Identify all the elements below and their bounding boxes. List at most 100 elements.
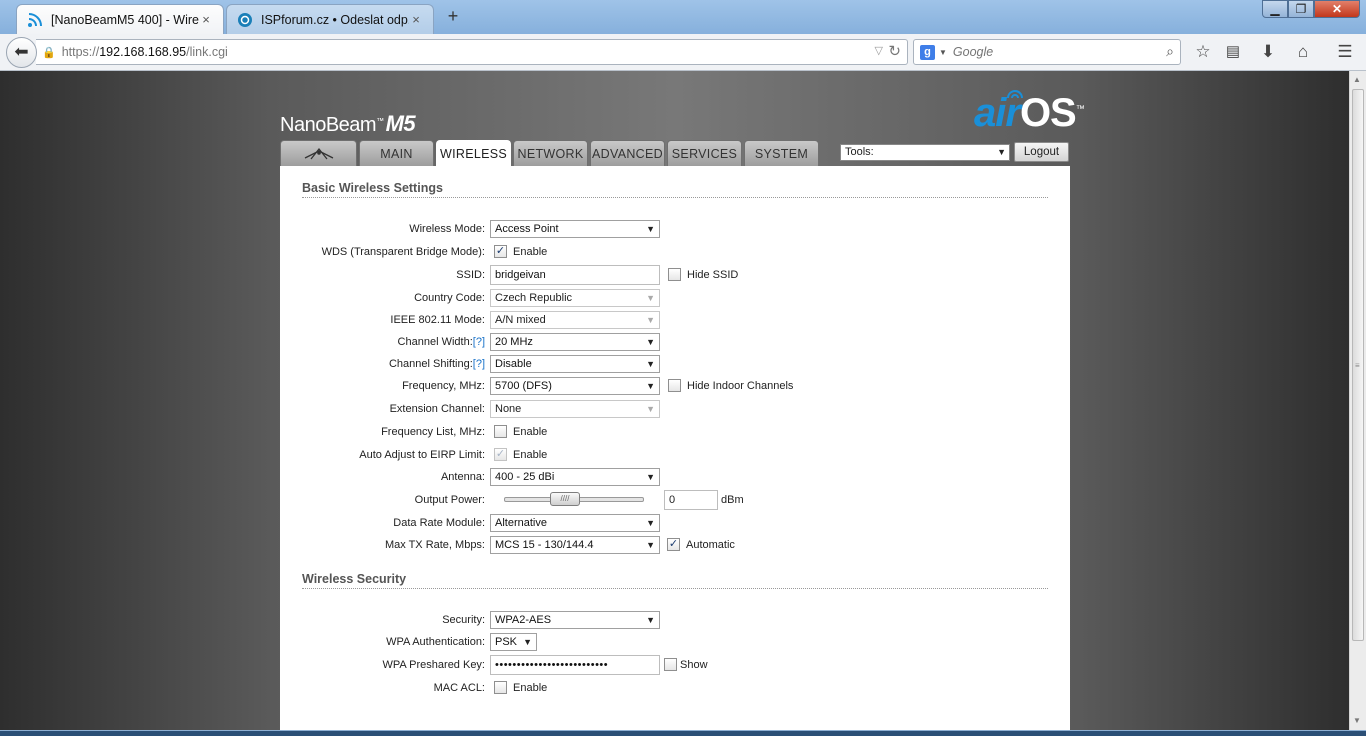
wpa-key-input[interactable]: •••••••••••••••••••••••••• xyxy=(490,655,660,675)
max-tx-rate-select[interactable]: MCS 15 - 130/144.4 ▼ xyxy=(490,536,660,554)
wireless-mode-select[interactable]: Access Point ▼ xyxy=(490,220,660,238)
data-rate-module-value: Alternative xyxy=(495,517,547,529)
country-code-select: Czech Republic ▼ xyxy=(490,289,660,307)
engine-dropdown-icon[interactable]: ▼ xyxy=(939,48,947,57)
menu-icon[interactable]: ☰ xyxy=(1334,42,1356,64)
antenna-row: Antenna: 400 - 25 dBi ▼ xyxy=(280,468,1070,488)
max-tx-rate-value: MCS 15 - 130/144.4 xyxy=(495,539,594,551)
wpa-authentication-select[interactable]: PSK ▼ xyxy=(490,633,537,651)
max-tx-rate-label: Max TX Rate, Mbps: xyxy=(384,539,485,551)
wpa-authentication-row: WPA Authentication: PSK ▼ xyxy=(280,633,1070,653)
security-select[interactable]: WPA2-AES ▼ xyxy=(490,611,660,629)
wireless-mode-label: Wireless Mode: xyxy=(409,223,485,235)
close-window-button[interactable]: ✕ xyxy=(1314,0,1360,18)
minimize-window-button[interactable]: ▁ xyxy=(1262,0,1288,18)
ieee-mode-select: A/N mixed ▼ xyxy=(490,311,660,329)
windows-taskbar xyxy=(0,730,1366,736)
maximize-window-button[interactable]: ❐ xyxy=(1288,0,1314,18)
airos-logo: airOS™ xyxy=(974,90,1085,136)
close-tab-icon[interactable]: × xyxy=(199,12,213,27)
home-icon[interactable]: ⌂ xyxy=(1292,42,1314,64)
basic-wireless-settings-title: Basic Wireless Settings xyxy=(302,181,443,195)
rss-favicon-icon xyxy=(28,12,42,27)
frequency-list-checkbox[interactable] xyxy=(494,425,507,438)
reading-list-icon[interactable]: ▤ xyxy=(1222,42,1244,64)
vertical-scrollbar[interactable]: ▲ ≡ ▼ xyxy=(1349,71,1366,730)
section-divider xyxy=(302,197,1048,198)
wds-row: WDS (Transparent Bridge Mode): ✓ Enable xyxy=(280,243,1070,263)
logo-os-text: OS xyxy=(1019,91,1077,135)
wpa-key-row: WPA Preshared Key: •••••••••••••••••••••… xyxy=(280,655,1070,676)
show-key-checkbox[interactable] xyxy=(664,658,677,671)
browser-tab-nanobeam[interactable]: [NanoBeamM5 400] - Wirel... × xyxy=(16,4,224,34)
tab-advanced[interactable]: ADVANCED xyxy=(590,140,665,166)
tab-wireless[interactable]: WIRELESS xyxy=(436,140,511,167)
extension-channel-value: None xyxy=(495,403,522,415)
tab-services[interactable]: SERVICES xyxy=(667,140,742,166)
tab-main[interactable]: MAIN xyxy=(359,140,434,166)
output-power-label: Output Power: xyxy=(414,494,485,506)
url-scheme: https:// xyxy=(61,45,100,59)
tools-value: Tools: xyxy=(845,146,874,158)
ssid-input[interactable]: bridgeivan xyxy=(490,265,660,285)
url-history-dropdown-icon[interactable]: ▽ xyxy=(875,44,883,57)
search-bar[interactable]: g ▼ ⌕ xyxy=(913,39,1181,65)
hide-indoor-channels-checkbox[interactable] xyxy=(668,379,681,392)
scroll-down-icon[interactable]: ▼ xyxy=(1353,716,1361,725)
scroll-up-icon[interactable]: ▲ xyxy=(1353,75,1361,84)
chevron-down-icon: ▼ xyxy=(646,315,655,325)
antenna-select[interactable]: 400 - 25 dBi ▼ xyxy=(490,468,660,486)
signal-arcs-icon xyxy=(1007,90,1023,99)
channel-shifting-help-link[interactable]: [?] xyxy=(473,358,485,370)
tools-dropdown[interactable]: Tools: ▼ xyxy=(840,144,1010,161)
new-tab-button[interactable]: + xyxy=(440,6,466,28)
logout-button[interactable]: Logout xyxy=(1014,142,1069,162)
reload-icon[interactable]: ↻ xyxy=(888,42,901,60)
chevron-down-icon: ▼ xyxy=(997,147,1006,157)
browser-navigation-bar: 🔒 https://192.168.168.95/link.cgi ▽ ↻ ⬅ … xyxy=(0,34,1366,71)
extension-channel-label: Extension Channel: xyxy=(389,403,485,415)
downloads-icon[interactable]: ⬇ xyxy=(1257,42,1279,64)
show-key-label: Show xyxy=(680,659,708,671)
nanobeam-logo: NanoBeam™M5 xyxy=(280,111,416,137)
output-power-slider-handle[interactable]: //// xyxy=(550,492,580,506)
country-code-row: Country Code: Czech Republic ▼ xyxy=(280,289,1070,309)
data-rate-module-select[interactable]: Alternative ▼ xyxy=(490,514,660,532)
channel-width-label: Channel Width:[?] xyxy=(398,336,485,348)
tab-ubiquiti-home[interactable] xyxy=(280,140,357,166)
wds-checkbox[interactable]: ✓ xyxy=(494,245,507,258)
frequency-label: Frequency, MHz: xyxy=(402,380,485,392)
hide-ssid-checkbox[interactable] xyxy=(668,268,681,281)
tab-system[interactable]: SYSTEM xyxy=(744,140,819,166)
chevron-down-icon: ▼ xyxy=(646,615,655,625)
google-engine-icon[interactable]: g xyxy=(920,44,935,60)
channel-width-select[interactable]: 20 MHz ▼ xyxy=(490,333,660,351)
back-button[interactable]: ⬅ xyxy=(6,37,37,68)
automatic-rate-checkbox[interactable]: ✓ xyxy=(667,538,680,551)
wireless-mode-row: Wireless Mode: Access Point ▼ xyxy=(280,220,1070,240)
ispforum-favicon-icon xyxy=(238,12,252,27)
browser-tab-ispforum[interactable]: ISPforum.cz • Odeslat odp... × xyxy=(226,4,434,34)
data-rate-module-row: Data Rate Module: Alternative ▼ xyxy=(280,514,1070,534)
frequency-list-label: Frequency List, MHz: xyxy=(381,426,485,438)
browser-tab-bar: [NanoBeamM5 400] - Wirel... × ISPforum.c… xyxy=(0,0,1366,34)
channel-shifting-select[interactable]: Disable ▼ xyxy=(490,355,660,373)
frequency-select[interactable]: 5700 (DFS) ▼ xyxy=(490,377,660,395)
browser-tab-label: ISPforum.cz • Odeslat odp... xyxy=(261,12,409,27)
mac-acl-checkbox[interactable] xyxy=(494,681,507,694)
close-tab-icon[interactable]: × xyxy=(409,12,423,27)
tab-network[interactable]: NETWORK xyxy=(513,140,588,166)
web-page: NanoBeam™M5 airOS™ MAIN WIRELESS NETWORK… xyxy=(0,71,1349,730)
ieee-mode-value: A/N mixed xyxy=(495,314,546,326)
channel-width-row: Channel Width:[?] 20 MHz ▼ xyxy=(280,333,1070,353)
antenna-label: Antenna: xyxy=(440,471,485,483)
output-power-input[interactable]: 0 xyxy=(664,490,718,510)
chevron-down-icon: ▼ xyxy=(646,359,655,369)
channel-width-help-link[interactable]: [?] xyxy=(473,336,485,348)
channel-shifting-label: Channel Shifting:[?] xyxy=(389,358,485,370)
search-icon[interactable]: ⌕ xyxy=(1166,43,1174,60)
address-bar[interactable]: 🔒 https://192.168.168.95/link.cgi ▽ ↻ xyxy=(36,39,908,65)
search-input[interactable] xyxy=(952,45,1158,59)
frequency-value: 5700 (DFS) xyxy=(495,380,552,392)
bookmark-star-icon[interactable]: ☆ xyxy=(1192,42,1214,64)
